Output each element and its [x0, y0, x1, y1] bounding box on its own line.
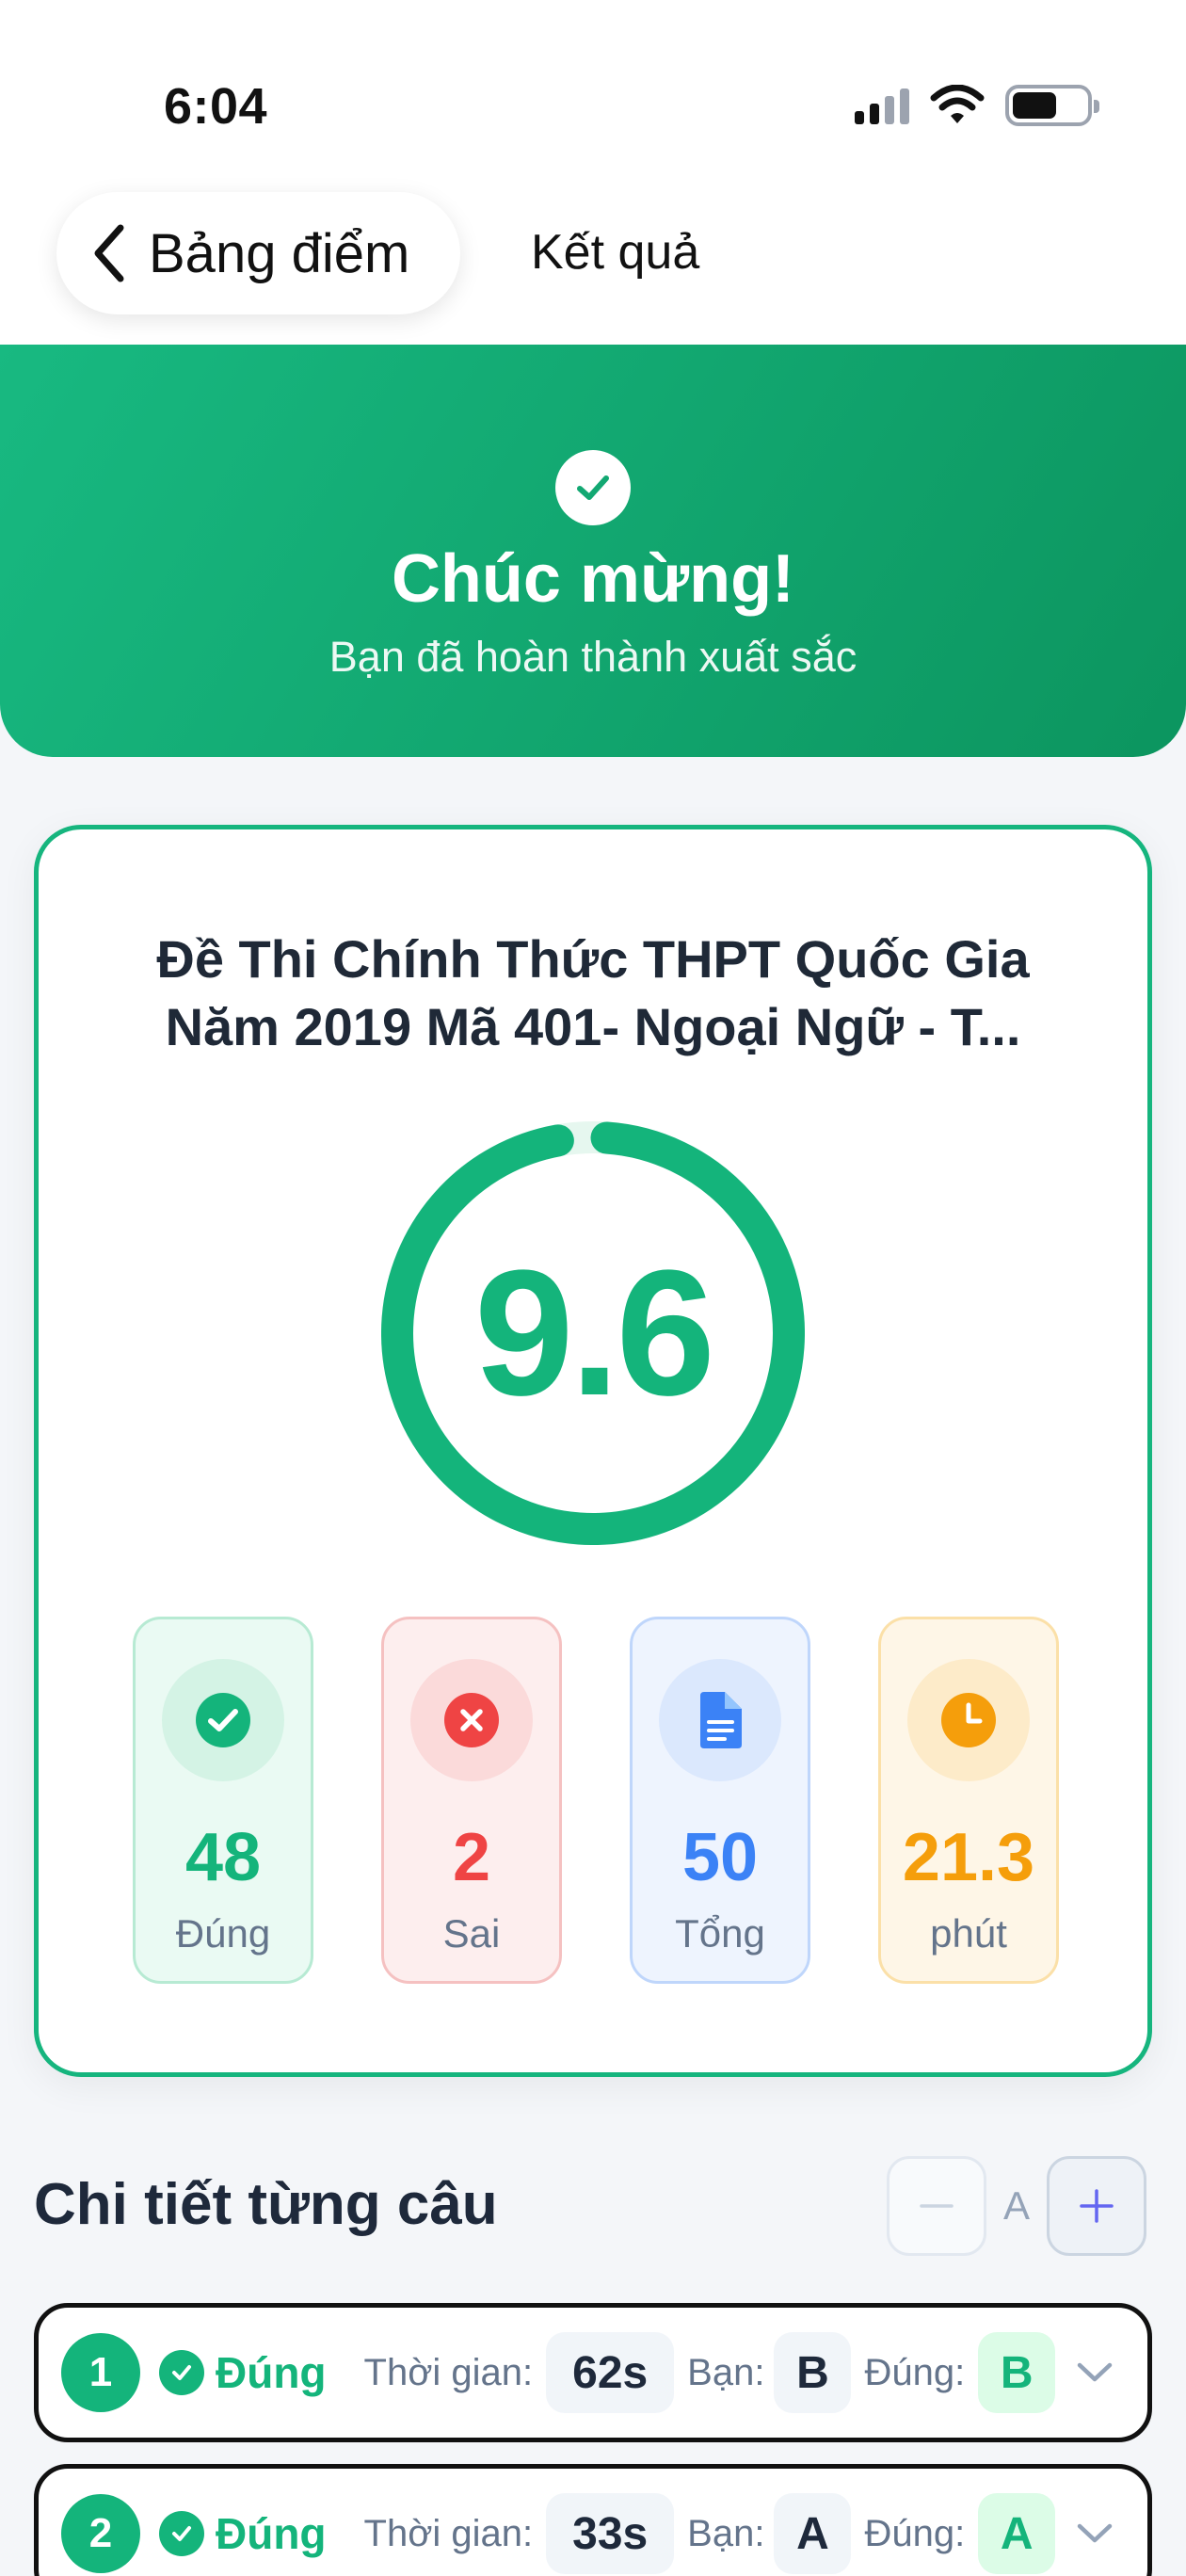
status-time: 6:04 — [164, 78, 268, 135]
status-icons — [855, 85, 1099, 126]
correct-answer: A — [978, 2493, 1056, 2574]
your-answer-label: Bạn: — [687, 2351, 765, 2393]
time-value: 33s — [546, 2493, 675, 2574]
stat-correct: 48 Đúng — [133, 1617, 313, 1984]
question-row[interactable]: 1 Đúng Thời gian: 62s Bạn: B Đúng: B — [34, 2303, 1152, 2442]
stat-wrong-label: Sai — [442, 1911, 501, 1956]
exam-title-line-2: Năm 2019 Mã 401- Ngoại Ngữ - T... — [165, 997, 1021, 1056]
time-label: Thời gian: — [363, 2512, 534, 2554]
congrats-subtitle: Bạn đã hoàn thành xuất sắc — [329, 633, 857, 681]
check-circle-icon — [159, 2511, 204, 2556]
correct-answer-label: Đúng: — [864, 2512, 966, 2554]
correct-answer: B — [978, 2332, 1056, 2413]
result-card: Đề Thi Chính Thức THPT Quốc Gia Năm 2019… — [34, 825, 1152, 2077]
your-answer-label: Bạn: — [687, 2512, 765, 2554]
decrease-font-button[interactable] — [887, 2156, 986, 2256]
stat-correct-label: Đúng — [175, 1911, 271, 1956]
stat-total: 50 Tổng — [630, 1617, 810, 1984]
question-number: 2 — [61, 2494, 140, 2573]
top-bar: 6:04 Bảng điểm Kết quả — [0, 0, 1186, 345]
details-title: Chi tiết từng câu — [34, 2172, 498, 2237]
your-answer: A — [774, 2493, 852, 2574]
x-circle-icon — [410, 1659, 533, 1781]
exam-title: Đề Thi Chính Thức THPT Quốc Gia Năm 2019… — [95, 926, 1091, 1061]
font-size-control: A — [887, 2156, 1147, 2256]
chevron-left-icon — [94, 224, 124, 282]
back-button-label: Bảng điểm — [149, 222, 410, 284]
chevron-down-icon[interactable] — [1074, 2359, 1115, 2386]
time-value: 62s — [546, 2332, 675, 2413]
stat-time-value: 21.3 — [902, 1820, 1035, 1895]
stat-wrong-value: 2 — [452, 1820, 491, 1895]
check-circle-icon — [162, 1659, 284, 1781]
stat-total-label: Tổng — [675, 1911, 765, 1956]
wifi-icon — [930, 85, 985, 123]
chevron-down-icon[interactable] — [1074, 2520, 1115, 2547]
cellular-signal-icon — [855, 87, 909, 124]
stat-total-value: 50 — [681, 1820, 759, 1895]
exam-title-line-1: Đề Thi Chính Thức THPT Quốc Gia — [156, 929, 1030, 989]
congrats-banner: Chúc mừng! Bạn đã hoàn thành xuất sắc — [0, 345, 1186, 757]
stats-row: 48 Đúng 2 Sai 50 Tổng 21.3 phút — [133, 1617, 1063, 1984]
question-row[interactable]: 2 Đúng Thời gian: 33s Bạn: A Đúng: A — [34, 2464, 1152, 2576]
plus-icon — [1080, 2189, 1114, 2223]
check-circle-icon — [159, 2350, 204, 2395]
stat-wrong: 2 Sai — [381, 1617, 562, 1984]
clock-icon — [907, 1659, 1030, 1781]
stat-time: 21.3 phút — [878, 1617, 1059, 1984]
battery-icon — [1005, 85, 1099, 126]
time-label: Thời gian: — [363, 2351, 534, 2393]
back-button[interactable]: Bảng điểm — [56, 192, 461, 314]
stat-time-label: phút — [930, 1911, 1007, 1956]
stat-correct-value: 48 — [184, 1820, 262, 1895]
question-status: Đúng — [216, 2509, 327, 2558]
question-status: Đúng — [216, 2348, 327, 2397]
check-icon — [555, 450, 631, 525]
your-answer: B — [774, 2332, 852, 2413]
question-number: 1 — [61, 2333, 140, 2412]
document-icon — [659, 1659, 781, 1781]
increase-font-button[interactable] — [1047, 2156, 1147, 2256]
page-title: Kết quả — [531, 225, 700, 280]
score-value: 9.6 — [473, 1233, 715, 1433]
correct-answer-label: Đúng: — [864, 2351, 966, 2393]
congrats-title: Chúc mừng! — [391, 541, 795, 617]
font-size-label: A — [1003, 2183, 1031, 2228]
minus-icon — [920, 2204, 954, 2208]
